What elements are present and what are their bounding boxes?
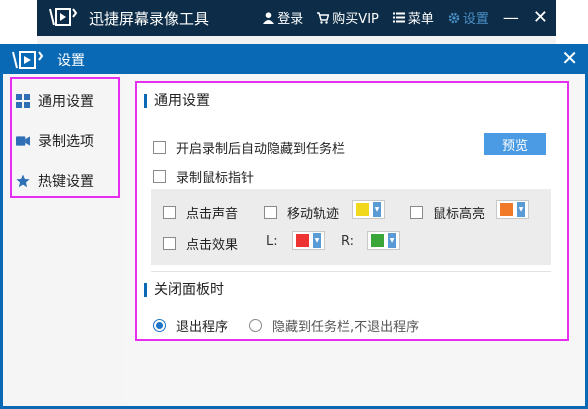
cursor-highlight-color-picker[interactable]: ▼ (496, 200, 529, 219)
chevron-down-icon: ▼ (373, 202, 381, 217)
exit-program-option[interactable]: 退出程序 (153, 316, 228, 335)
click-effect-checkbox[interactable] (163, 237, 176, 250)
color-swatch (500, 203, 513, 216)
preview-button[interactable]: 预览 (484, 133, 546, 155)
main-close-icon[interactable]: ✕ (533, 8, 548, 26)
click-sound-checkbox[interactable] (163, 206, 176, 219)
sidebar-item-hotkeys[interactable]: 热键设置 (3, 161, 123, 201)
auto-hide-checkbox[interactable] (153, 141, 166, 154)
settings-dialog: 设置 ✕ 通用设置 录制选项 热键设置 通用设置 开启录制后自动隐藏到任务栏 预… (0, 44, 588, 409)
move-trail-option[interactable]: 移动轨迹 (264, 203, 339, 222)
main-window: 迅捷屏幕录像工具 登录 购买VIP 菜单 设置 — ✕ (37, 0, 556, 44)
click-sound-option[interactable]: 点击声音 (163, 203, 238, 222)
list-icon (392, 12, 405, 23)
buy-vip-link[interactable]: 购买VIP (317, 8, 379, 27)
right-click-label: R: (341, 234, 355, 249)
sidebar-item-label: 录制选项 (38, 134, 94, 150)
star-icon (16, 174, 30, 188)
main-title-bar: 迅捷屏幕录像工具 登录 购买VIP 菜单 设置 — ✕ (37, 0, 556, 36)
auto-hide-label: 开启录制后自动隐藏到任务栏 (176, 142, 346, 157)
dialog-close-icon[interactable]: ✕ (561, 47, 578, 69)
dialog-title-bar[interactable]: 设置 ✕ (0, 44, 588, 74)
sidebar-item-recording[interactable]: 录制选项 (3, 121, 123, 161)
auto-hide-option[interactable]: 开启录制后自动隐藏到任务栏 (153, 138, 345, 157)
hide-to-tray-option[interactable]: 隐藏到任务栏,不退出程序 (249, 316, 419, 335)
dialog-logo-icon (12, 51, 46, 73)
user-icon (263, 11, 275, 24)
color-swatch (296, 234, 309, 247)
settings-link[interactable]: 设置 (448, 8, 489, 27)
grid-icon (16, 94, 30, 108)
login-label: 登录 (277, 12, 304, 27)
hide-to-tray-label: 隐藏到任务栏,不退出程序 (272, 320, 420, 335)
settings-sidebar: 通用设置 录制选项 热键设置 (3, 74, 123, 406)
hide-to-tray-radio[interactable] (249, 319, 262, 332)
settings-content: 通用设置 开启录制后自动隐藏到任务栏 预览 录制鼠标指针 点击声音 移动轨迹 ▼… (123, 74, 585, 406)
sidebar-item-label: 通用设置 (38, 94, 94, 110)
exit-program-radio[interactable] (153, 319, 166, 332)
general-section-title: 通用设置 (144, 94, 210, 108)
right-click-color-picker[interactable]: ▼ (367, 231, 400, 250)
move-trail-color-picker[interactable]: ▼ (352, 200, 385, 219)
color-swatch (371, 234, 384, 247)
color-swatch (356, 203, 369, 216)
cursor-highlight-label: 鼠标高亮 (433, 207, 486, 222)
menu-label: 菜单 (407, 12, 434, 27)
app-title: 迅捷屏幕录像工具 (89, 10, 210, 28)
record-cursor-option[interactable]: 录制鼠标指针 (153, 167, 254, 186)
exit-program-label: 退出程序 (176, 320, 229, 335)
click-effect-option[interactable]: 点击效果 (163, 234, 238, 253)
settings-label: 设置 (462, 12, 489, 27)
vip-label: 购买VIP (332, 12, 379, 27)
video-camera-icon (16, 134, 30, 148)
left-click-color-picker[interactable]: ▼ (292, 231, 325, 250)
main-toolbar-strip (37, 36, 556, 44)
move-trail-checkbox[interactable] (264, 206, 277, 219)
click-effect-label: 点击效果 (186, 238, 239, 253)
chevron-down-icon: ▼ (388, 233, 396, 248)
cursor-highlight-option[interactable]: 鼠标高亮 (410, 203, 485, 222)
app-logo-icon (49, 8, 79, 30)
menu-link[interactable]: 菜单 (392, 8, 434, 27)
sidebar-item-label: 热键设置 (38, 174, 94, 190)
close-panel-section-title: 关闭面板时 (144, 283, 224, 297)
chevron-down-icon: ▼ (313, 233, 321, 248)
click-sound-label: 点击声音 (186, 207, 239, 222)
left-click-label: L: (266, 234, 278, 249)
cursor-options-box: 点击声音 移动轨迹 ▼ 鼠标高亮 ▼ 点击效果 L: ▼ R: ▼ (151, 189, 551, 265)
cart-icon (317, 11, 330, 24)
record-cursor-checkbox[interactable] (153, 170, 166, 183)
dialog-title: 设置 (57, 53, 85, 69)
record-cursor-label: 录制鼠标指针 (176, 171, 255, 186)
section-divider (151, 271, 551, 272)
chevron-down-icon: ▼ (517, 202, 525, 217)
move-trail-label: 移动轨迹 (287, 207, 340, 222)
cursor-highlight-checkbox[interactable] (410, 206, 423, 219)
gear-icon (448, 12, 460, 23)
sidebar-item-general[interactable]: 通用设置 (3, 81, 123, 121)
minimize-icon[interactable]: — (503, 9, 519, 25)
general-settings-panel: 通用设置 开启录制后自动隐藏到任务栏 预览 录制鼠标指针 点击声音 移动轨迹 ▼… (135, 81, 569, 341)
login-link[interactable]: 登录 (263, 8, 303, 27)
